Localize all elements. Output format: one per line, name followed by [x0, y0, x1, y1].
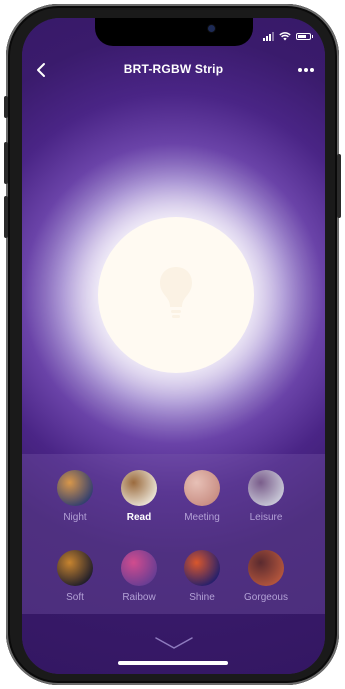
battery-icon — [296, 32, 313, 40]
scene-thumbnail — [184, 550, 220, 586]
scene-gorgeous[interactable]: Gorgeous — [231, 550, 301, 603]
scene-label: Meeting — [184, 512, 220, 523]
bulb-icon — [160, 267, 192, 318]
volume-up-button — [4, 142, 8, 184]
scene-thumbnail — [121, 470, 157, 506]
home-indicator — [118, 661, 228, 665]
notch — [95, 18, 253, 46]
scene-thumbnail — [57, 550, 93, 586]
collapse-button[interactable] — [154, 634, 194, 652]
scene-shine[interactable]: Shine — [167, 550, 237, 603]
wifi-icon — [279, 31, 291, 40]
power-button — [337, 154, 341, 218]
scene-thumbnail — [121, 550, 157, 586]
scene-read[interactable]: Read — [104, 470, 174, 523]
status-bar — [263, 31, 313, 41]
scene-thumbnail — [248, 550, 284, 586]
scene-label: Soft — [66, 592, 84, 603]
scene-leisure[interactable]: Leisure — [231, 470, 301, 523]
more-dots-icon — [298, 68, 314, 72]
more-options-button[interactable] — [295, 60, 317, 80]
light-power-toggle[interactable] — [98, 217, 254, 373]
scene-meeting[interactable]: Meeting — [167, 470, 237, 523]
scene-label: Shine — [189, 592, 215, 603]
scene-thumbnail — [248, 470, 284, 506]
scene-label: Leisure — [249, 512, 283, 523]
scene-raibow[interactable]: Raibow — [104, 550, 174, 603]
scene-soft[interactable]: Soft — [40, 550, 110, 603]
app-screen: BRT-RGBW Strip Night Read Meeting Leisure So… — [22, 18, 325, 674]
camera-icon — [208, 25, 215, 32]
signal-icon — [263, 31, 274, 41]
scene-label: Raibow — [122, 592, 156, 603]
volume-down-button — [4, 196, 8, 238]
nav-bar: BRT-RGBW Strip — [22, 58, 325, 82]
mute-switch — [4, 96, 8, 118]
page-title: BRT-RGBW Strip — [123, 62, 224, 76]
scene-thumbnail — [57, 470, 93, 506]
scene-label: Read — [126, 512, 152, 523]
scene-label: Gorgeous — [244, 592, 288, 603]
scene-label: Night — [63, 512, 87, 523]
scene-thumbnail — [184, 470, 220, 506]
scene-night[interactable]: Night — [40, 470, 110, 523]
chevron-down-icon — [155, 637, 193, 649]
